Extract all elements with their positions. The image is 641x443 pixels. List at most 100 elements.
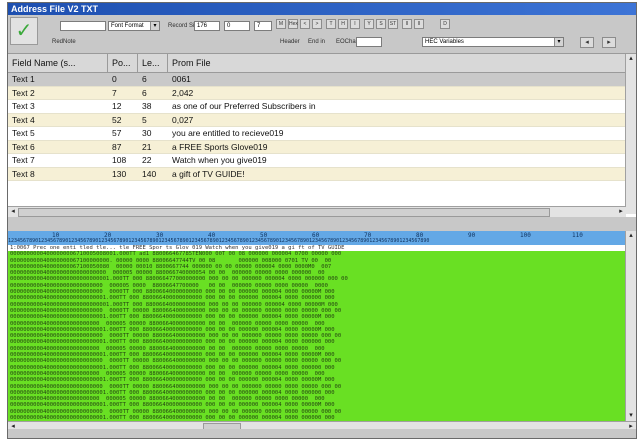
ruler-digits: 1234567890123456789012345678901234567890… [8, 238, 430, 244]
row-position: 87 [112, 141, 122, 152]
check-icon[interactable]: ✓ [10, 17, 38, 45]
header-label: Header [280, 39, 300, 45]
grid-vertical-scrollbar[interactable]: ▴ [625, 54, 636, 214]
row-length: 6 [142, 74, 147, 84]
ruler-mark: 90 [468, 232, 476, 239]
toolbar-button-13[interactable]: D [440, 19, 450, 29]
toolbar-button-5[interactable]: T [326, 19, 336, 29]
font-format-value: Font Format [111, 23, 144, 29]
column-header-field-name[interactable]: Field Name (s... [8, 54, 108, 72]
scroll-right-icon[interactable]: ▸ [626, 422, 636, 429]
column-header-length[interactable]: Le... [138, 54, 168, 72]
toolbar-button-1[interactable]: M [276, 19, 286, 29]
eol-char-label: EOChar [336, 39, 358, 45]
toolbar-button-4[interactable]: > [312, 19, 322, 29]
length-input[interactable]: 7 [254, 21, 272, 31]
scroll-up-icon[interactable]: ▴ [626, 54, 636, 64]
grid-header: Field Name (s... Po... Le... Prom File [8, 54, 636, 73]
row-length: 5 [142, 114, 147, 125]
hex-scroll-thumb[interactable] [203, 423, 241, 429]
row-position: 108 [112, 155, 127, 165]
hex-data-area[interactable]: 1:0067 Prec one enti tled tle... tle FRE… [8, 245, 626, 421]
row-length: 30 [142, 128, 152, 138]
record-size-input[interactable]: 176 [194, 21, 220, 31]
table-row[interactable]: Text 1 0 6 0061 [8, 73, 636, 87]
variables-value: HEC Variables [425, 39, 464, 45]
row-field-name: Text 7 [12, 155, 35, 165]
toolbar-button-6[interactable]: H [338, 19, 348, 29]
toolbar-button-7[interactable]: I [350, 19, 360, 29]
column-header-position[interactable]: Po... [108, 54, 138, 72]
row-field-name: Text 6 [12, 141, 35, 152]
row-field-name: Text 8 [12, 168, 35, 179]
row-preview: 0061 [172, 74, 191, 84]
table-row[interactable]: Text 4 52 5 0,027 [8, 113, 636, 127]
toolbar-button-9[interactable]: S [376, 19, 386, 29]
toolbar: ✓ Font Format ▾ Record Size 176 0 7 M He… [8, 15, 636, 54]
next-record-button[interactable]: ▸ [602, 37, 616, 48]
row-position: 52 [112, 114, 122, 125]
column-ruler: 10 20 30 40 50 60 70 80 90 100 110 12345… [8, 231, 636, 245]
row-preview: 2,042 [172, 87, 194, 98]
hex-horizontal-scrollbar[interactable]: ◂ ▸ [8, 421, 636, 429]
row-position: 0 [112, 74, 117, 84]
grid-horizontal-scrollbar[interactable]: ◂ ▸ [8, 206, 626, 217]
row-field-name: Text 4 [12, 114, 35, 125]
field-name-input[interactable] [60, 21, 106, 31]
font-format-select[interactable]: Font Format ▾ [108, 21, 160, 31]
toolbar-button-10[interactable]: ST [388, 19, 398, 29]
table-row[interactable]: Text 5 57 30 you are entitled to recieve019 [8, 127, 636, 141]
chevron-down-icon: ▾ [554, 38, 563, 46]
app-window: Address File V2 TXT ✓ Font Format ▾ Reco… [7, 2, 637, 439]
table-row[interactable]: Text 8 130 140 a gift of TV GUIDE! [8, 167, 636, 181]
row-preview: you are entitled to recieve019 [172, 128, 284, 138]
scroll-left-icon[interactable]: ◂ [8, 207, 18, 217]
scroll-right-icon[interactable]: ▸ [616, 207, 626, 217]
table-row[interactable]: Text 6 87 21 a FREE Sports Glove019 [8, 140, 636, 154]
row-field-name: Text 2 [12, 87, 35, 98]
row-field-name: Text 1 [12, 74, 35, 84]
ruler-mark: 110 [572, 232, 583, 239]
scroll-down-icon[interactable]: ▾ [626, 411, 636, 421]
grid-scroll-thumb[interactable] [18, 208, 550, 217]
row-preview: 0,027 [172, 114, 194, 125]
window-title: Address File V2 TXT [8, 3, 636, 15]
chevron-down-icon: ▾ [150, 22, 159, 30]
hex-view: 10 20 30 40 50 60 70 80 90 100 110 12345… [8, 231, 636, 429]
rednote-label: RedNote [52, 39, 76, 45]
toolbar-button-12[interactable]: II [414, 19, 424, 29]
toolbar-button-11[interactable]: II [402, 19, 412, 29]
row-preview: a FREE Sports Glove019 [172, 141, 268, 152]
toolbar-button-3[interactable]: < [300, 19, 310, 29]
row-field-name: Text 5 [12, 128, 35, 138]
row-preview: a gift of TV GUIDE! [172, 168, 245, 179]
end-in-label: End in [308, 39, 326, 45]
row-length: 21 [142, 141, 152, 152]
prev-record-button[interactable]: ◂ [580, 37, 594, 48]
field-grid: Field Name (s... Po... Le... Prom File T… [8, 54, 636, 217]
variables-select[interactable]: HEC Variables ▾ [422, 37, 564, 47]
table-row[interactable]: Text 3 12 38 as one of our Preferred Subscr… [8, 100, 636, 114]
offset-input[interactable]: 0 [224, 21, 250, 31]
column-header-prom-file[interactable]: Prom File [168, 54, 636, 72]
ruler-mark: 100 [520, 232, 531, 239]
row-length: 38 [142, 101, 152, 111]
toolbar-button-2[interactable]: Hex [288, 19, 298, 29]
eol-char-input[interactable] [356, 37, 382, 47]
toolbar-button-8[interactable]: Y [364, 19, 374, 29]
row-field-name: Text 3 [12, 101, 35, 111]
row-preview: Watch when you give019 [172, 155, 267, 165]
scroll-left-icon[interactable]: ◂ [8, 422, 18, 429]
row-position: 7 [112, 87, 117, 98]
table-row[interactable]: Text 7 108 22 Watch when you give019 [8, 154, 636, 168]
row-length: 22 [142, 155, 152, 165]
hex-vertical-scrollbar[interactable]: ▴ ▾ [625, 231, 636, 421]
row-preview: as one of our Preferred Subscribers in [172, 101, 316, 111]
row-length: 140 [142, 168, 157, 179]
row-position: 130 [112, 168, 127, 179]
table-row[interactable]: Text 2 7 6 2,042 [8, 86, 636, 100]
row-position: 57 [112, 128, 122, 138]
scroll-up-icon[interactable]: ▴ [626, 231, 636, 241]
row-length: 6 [142, 87, 147, 98]
row-position: 12 [112, 101, 122, 111]
